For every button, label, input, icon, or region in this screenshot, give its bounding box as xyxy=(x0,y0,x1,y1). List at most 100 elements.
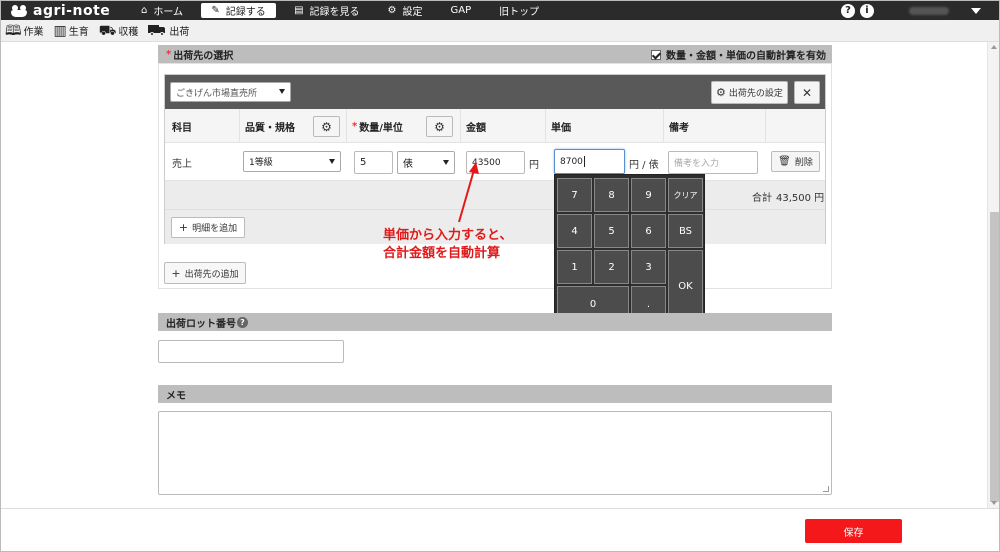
resize-handle-icon[interactable] xyxy=(823,486,829,492)
key-clear[interactable]: クリア xyxy=(668,178,703,212)
note-placeholder: 備考を入力 xyxy=(674,159,720,169)
key-6[interactable]: 6 xyxy=(631,214,666,248)
annotation-line-2: 合計金額を自動計算 xyxy=(383,246,501,261)
total-label: 合計 xyxy=(752,193,772,204)
auto-calc-checkbox[interactable] xyxy=(651,49,661,60)
memo-textarea[interactable] xyxy=(158,411,832,495)
help-icon[interactable]: ? xyxy=(237,316,248,328)
gear-icon: ⚙ xyxy=(434,119,445,134)
memo-section-title: メモ xyxy=(166,390,186,402)
table-row: 売上 1等級 5 俵 43500 円 8700 円 / 俵 備考を入力 🗑 削除 xyxy=(165,143,825,181)
auto-calc-toggle[interactable]: 数量・金額・単価の自動計算を有効 xyxy=(651,47,826,62)
nav-old-top[interactable]: 旧トップ xyxy=(489,3,549,18)
key-ok[interactable]: OK xyxy=(668,250,703,322)
app-frame: agri-note ⌂ ホーム ✎ 記録する ▤ 記録を見る ⚙ 設定 GAP … xyxy=(0,0,1000,552)
gear-icon: ⚙ xyxy=(716,86,726,99)
nav-settings[interactable]: ⚙ 設定 xyxy=(378,3,433,18)
page-scrollbar[interactable] xyxy=(987,42,999,508)
quality-settings-button[interactable]: ⚙ xyxy=(313,116,340,137)
key-backspace[interactable]: BS xyxy=(668,214,703,248)
text-cursor xyxy=(583,156,585,167)
nav-settings-label: 設定 xyxy=(402,7,423,18)
annotation-callout: 単価から入力すると、 合計金額を自動計算 xyxy=(383,227,512,263)
close-button[interactable]: ✕ xyxy=(794,81,820,104)
delete-row-label: 削除 xyxy=(794,158,813,168)
key-5[interactable]: 5 xyxy=(594,214,629,248)
scroll-up-icon[interactable] xyxy=(991,45,997,49)
subnav-growth[interactable]: ▥ 生育 xyxy=(53,22,89,39)
scroll-down-icon[interactable] xyxy=(991,501,997,505)
subnav-work-label: 作業 xyxy=(23,27,44,38)
book-icon: 🕮 xyxy=(5,22,22,39)
quantity-value: 5 xyxy=(360,157,367,168)
gear-icon: ⚙ xyxy=(387,5,397,16)
key-9[interactable]: 9 xyxy=(631,178,666,212)
sub-nav: 🕮 作業 ▥ 生育 ⛟ 収穫 出荷 xyxy=(1,20,999,42)
logo-text: agri-note xyxy=(33,2,111,19)
quality-value: 1等級 xyxy=(249,158,273,168)
key-3[interactable]: 3 xyxy=(631,250,666,284)
shipping-card-header: ごきげん市場直売所 ⚙ 出荷先の設定 ✕ xyxy=(165,75,825,109)
user-name-blurred[interactable] xyxy=(909,6,949,15)
auto-calc-label: 数量・金額・単価の自動計算を有効 xyxy=(666,51,826,62)
shipping-card: ごきげん市場直売所 ⚙ 出荷先の設定 ✕ 科目 品質・規格 ⚙ * 数量/単位 ⚙… xyxy=(164,74,826,244)
subnav-work[interactable]: 🕮 作業 xyxy=(5,22,44,39)
nav-gap[interactable]: GAP xyxy=(440,3,481,18)
key-4[interactable]: 4 xyxy=(557,214,592,248)
total-value: 43,500 円 xyxy=(776,193,825,204)
lot-section-header: 出荷ロット番号 ? xyxy=(158,313,832,331)
destination-settings-label: 出荷先の設定 xyxy=(728,89,783,99)
col-quantity-unit-label: 数量/単位 xyxy=(359,122,403,134)
subnav-shipping-label: 出荷 xyxy=(169,27,190,38)
shipping-table-header: 科目 品質・規格 ⚙ * 数量/単位 ⚙ 金額 単価 備考 xyxy=(165,109,825,143)
close-icon: ✕ xyxy=(801,85,813,100)
top-nav: agri-note ⌂ ホーム ✎ 記録する ▤ 記録を見る ⚙ 設定 GAP … xyxy=(1,1,999,20)
nav-view-records-label: 記録を見る xyxy=(309,7,360,18)
key-1[interactable]: 1 xyxy=(557,250,592,284)
add-detail-button[interactable]: + 明細を追加 xyxy=(171,217,245,238)
quality-select[interactable]: 1等級 xyxy=(243,151,341,172)
destination-settings-button[interactable]: ⚙ 出荷先の設定 xyxy=(711,81,788,104)
numeric-keypad: 7 8 9 クリア 4 5 6 BS 1 2 3 OK 0 . xyxy=(554,174,705,325)
nav-record[interactable]: ✎ 記録する xyxy=(201,3,277,18)
home-icon: ⌂ xyxy=(141,5,148,16)
scrollbar-thumb[interactable] xyxy=(990,212,999,502)
dropdown-arrow-icon xyxy=(279,89,285,94)
info-icon[interactable]: i xyxy=(860,3,874,18)
add-destination-button[interactable]: + 出荷先の追加 xyxy=(164,262,246,284)
unit-price-input[interactable]: 8700 xyxy=(554,149,625,174)
nav-gap-label: GAP xyxy=(450,5,472,16)
nav-home[interactable]: ⌂ ホーム xyxy=(131,3,193,18)
required-mark: * xyxy=(352,120,358,132)
quantity-input[interactable]: 5 xyxy=(354,151,393,174)
row-subject: 売上 xyxy=(172,159,192,170)
shipping-section-header: * 出荷先の選択 数量・金額・単価の自動計算を有効 xyxy=(158,45,832,63)
plus-icon: + xyxy=(171,266,181,280)
subnav-growth-label: 生育 xyxy=(68,27,89,38)
lot-number-input[interactable] xyxy=(158,340,344,363)
quantity-settings-button[interactable]: ⚙ xyxy=(426,116,453,137)
total-row: 合計 43,500 円 xyxy=(165,181,825,210)
nav-view-records[interactable]: ▤ 記録を見る xyxy=(284,3,369,18)
subnav-shipping[interactable]: 出荷 xyxy=(148,23,189,38)
footer-bar: 保存 xyxy=(1,508,999,551)
gear-icon: ⚙ xyxy=(321,119,332,134)
col-amount: 金額 xyxy=(466,122,486,134)
key-7[interactable]: 7 xyxy=(557,178,592,212)
destination-value: ごきげん市場直売所 xyxy=(176,88,258,99)
chevron-down-icon[interactable] xyxy=(971,7,981,14)
add-destination-label: 出荷先の追加 xyxy=(184,269,239,280)
key-2[interactable]: 2 xyxy=(594,250,629,284)
key-8[interactable]: 8 xyxy=(594,178,629,212)
nav-home-label: ホーム xyxy=(153,7,184,18)
growth-icon: ▥ xyxy=(53,22,67,39)
note-input[interactable]: 備考を入力 xyxy=(668,151,758,174)
destination-select[interactable]: ごきげん市場直売所 xyxy=(170,82,291,102)
unit-select[interactable]: 俵 xyxy=(397,151,455,174)
app-logo[interactable]: agri-note xyxy=(11,3,131,19)
delete-row-button[interactable]: 🗑 削除 xyxy=(771,151,820,172)
help-icon[interactable]: ? xyxy=(841,3,855,18)
subnav-harvest[interactable]: ⛟ 収穫 xyxy=(99,23,139,39)
shipping-section-title: 出荷先の選択 xyxy=(173,50,234,62)
save-button[interactable]: 保存 xyxy=(805,519,902,543)
